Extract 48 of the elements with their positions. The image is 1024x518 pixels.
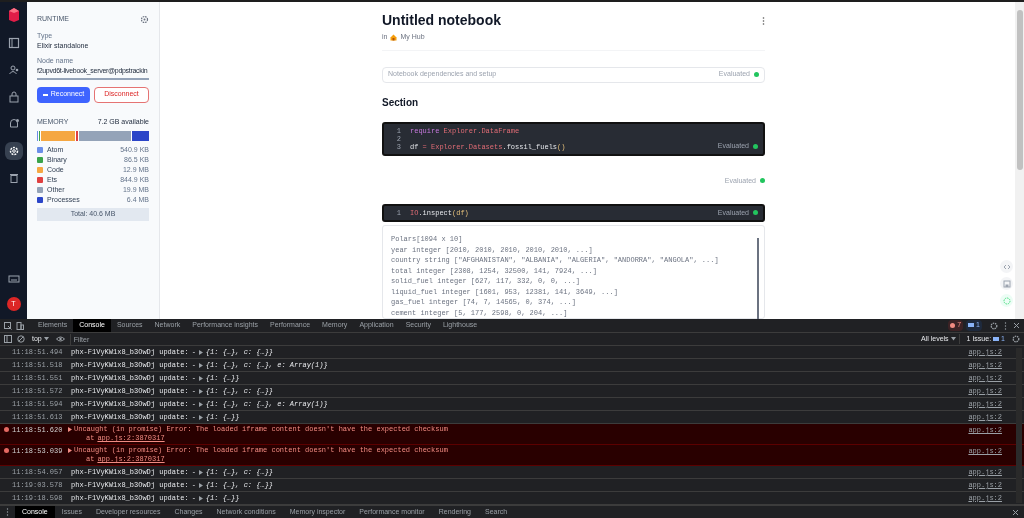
error-icon: [950, 323, 956, 328]
eye-icon[interactable]: [55, 336, 65, 342]
house-icon: [390, 33, 398, 41]
lock-icon: [7, 91, 20, 103]
kebab-menu-icon[interactable]: [1004, 321, 1007, 330]
error-icon: [4, 448, 9, 453]
sidebar-toggle-icon[interactable]: [4, 335, 12, 343]
settings-icon[interactable]: [1012, 335, 1020, 343]
scrollbar[interactable]: [1015, 2, 1024, 319]
expand-triangle-icon[interactable]: [68, 427, 72, 432]
circle-icon: [1001, 295, 1012, 306]
expand-triangle-icon[interactable]: [198, 388, 203, 394]
expand-triangle-icon[interactable]: [198, 495, 203, 501]
device-toggle-icon[interactable]: [16, 321, 24, 330]
logo-icon: [6, 6, 21, 22]
message-icon: [968, 323, 975, 328]
keyboard-icon: [7, 273, 20, 285]
close-icon[interactable]: [1012, 508, 1019, 516]
close-icon[interactable]: [1013, 322, 1020, 329]
message-icon: [993, 336, 1000, 342]
kebab-menu-icon[interactable]: [762, 16, 765, 25]
clear-console-icon[interactable]: [17, 335, 25, 343]
settings-icon[interactable]: [140, 14, 149, 24]
kebab-menu-icon[interactable]: [6, 508, 9, 516]
scrollbar[interactable]: [757, 238, 759, 319]
scrollbar[interactable]: [1016, 348, 1022, 503]
expand-triangle-icon[interactable]: [68, 448, 72, 453]
settings-icon[interactable]: [990, 321, 998, 330]
expand-triangle-icon[interactable]: [198, 362, 203, 368]
users-icon: [7, 64, 20, 76]
trash-icon: [7, 172, 20, 184]
notebook-title: Untitled notebook: [382, 11, 501, 30]
settings-icon: [7, 145, 20, 157]
expand-triangle-icon[interactable]: [198, 482, 203, 488]
save-icon: [1001, 278, 1012, 289]
book-icon: [7, 37, 20, 49]
bell-icon: [7, 118, 20, 130]
caret-icon: [43, 337, 49, 341]
sidebar-button[interactable]: [4, 142, 23, 160]
section-title: Section: [382, 95, 420, 110]
expand-triangle-icon[interactable]: [198, 469, 203, 475]
expand-triangle-icon[interactable]: [198, 349, 203, 355]
expand-triangle-icon[interactable]: [198, 414, 203, 420]
inspect-icon[interactable]: [4, 321, 12, 330]
expand-triangle-icon[interactable]: [198, 401, 203, 407]
caret-icon: [950, 337, 956, 341]
error-icon: [4, 427, 9, 432]
expand-triangle-icon[interactable]: [198, 375, 203, 381]
